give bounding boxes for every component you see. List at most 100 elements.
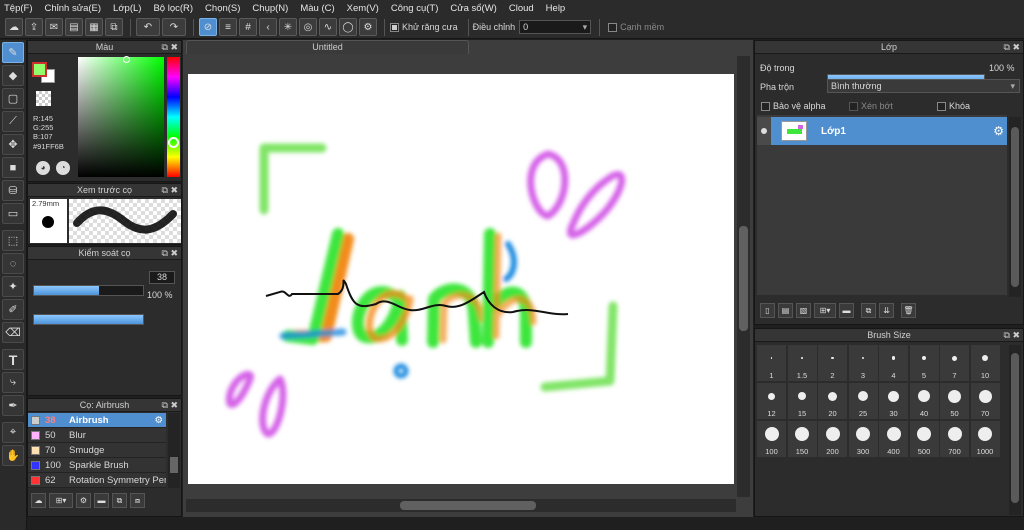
operation-tool-icon[interactable]: ⤷ bbox=[2, 372, 24, 393]
snap-settings-icon[interactable]: ⚙ bbox=[359, 18, 377, 36]
adjust-select[interactable]: 0 ▾ bbox=[519, 20, 592, 34]
menu-item-7[interactable]: Xem(V) bbox=[347, 3, 379, 14]
sv-picker-handle[interactable] bbox=[123, 56, 130, 63]
export-icon[interactable]: ⇪ bbox=[25, 18, 43, 36]
scrollbar-thumb[interactable] bbox=[170, 457, 178, 473]
close-icon[interactable]: ⧉ ✖ bbox=[1004, 41, 1020, 54]
brush-size-cell[interactable]: 7 bbox=[940, 345, 969, 381]
brush-size-cell[interactable]: 2 bbox=[818, 345, 847, 381]
brush-size-scrollbar[interactable] bbox=[1009, 345, 1021, 515]
snap-off-icon[interactable]: ⊘ bbox=[199, 18, 217, 36]
brush-tool-icon[interactable]: ✎ bbox=[2, 42, 24, 63]
hue-slider-handle[interactable] bbox=[168, 137, 179, 148]
brush-size-cell[interactable]: 10 bbox=[970, 345, 1000, 381]
brush-list-scrollbar[interactable] bbox=[168, 413, 180, 488]
menu-item-1[interactable]: Chỉnh sửa(E) bbox=[45, 3, 102, 14]
brush-settings-icon[interactable]: ⚙ bbox=[154, 415, 163, 426]
comment-icon[interactable]: ✉ bbox=[45, 18, 63, 36]
brush-row[interactable]: 38 Airbrush ⚙ bbox=[28, 413, 166, 428]
brush-size-cell[interactable]: 5 bbox=[909, 345, 939, 381]
delete-layer-icon[interactable]: 🗑 bbox=[901, 303, 916, 318]
palette-icon[interactable]: ◕ bbox=[36, 161, 50, 175]
protect-alpha-checkbox[interactable]: Bảo vệ alpha bbox=[761, 101, 826, 112]
layer-list-scrollbar[interactable] bbox=[1009, 117, 1021, 297]
canvas-tab[interactable]: Untitled bbox=[186, 40, 469, 54]
scrollbar-thumb[interactable] bbox=[1011, 353, 1019, 503]
copy-canvas-icon[interactable]: ⧉ bbox=[105, 18, 123, 36]
lock-checkbox[interactable]: Khóa bbox=[937, 101, 970, 112]
brush-row[interactable]: 62 Rotation Symmetry Pen bbox=[28, 473, 166, 488]
brush-size-cell[interactable]: 4 bbox=[879, 345, 908, 381]
layer-row[interactable]: Lớp1 ⚙ bbox=[757, 117, 1007, 145]
select-rect-tool-icon[interactable]: ▢ bbox=[2, 88, 24, 109]
new-layer-icon[interactable]: ▯ bbox=[760, 303, 775, 318]
brush-row[interactable]: 70 Smudge bbox=[28, 443, 166, 458]
brush-size-cell[interactable]: 3 bbox=[848, 345, 878, 381]
antialias-checkbox[interactable] bbox=[390, 22, 402, 33]
text-tool-icon[interactable]: T bbox=[2, 349, 24, 370]
hand-tool-icon[interactable]: ✋ bbox=[2, 445, 24, 466]
shape-fill-tool-icon[interactable]: ■ bbox=[2, 157, 24, 178]
brush-size-cell[interactable]: 400 bbox=[879, 421, 908, 457]
brush-size-cell[interactable]: 1000 bbox=[970, 421, 1000, 457]
brush-size-cell[interactable]: 300 bbox=[848, 421, 878, 457]
saturation-value-picker[interactable] bbox=[78, 57, 164, 177]
divide-tool-icon[interactable]: ✒ bbox=[2, 395, 24, 416]
select-pen-tool-icon[interactable]: ✐ bbox=[2, 299, 24, 320]
brush-size-cell[interactable]: 500 bbox=[909, 421, 939, 457]
menu-item-5[interactable]: Chụp(N) bbox=[252, 3, 288, 14]
merge-layer-icon[interactable]: ⇊ bbox=[879, 303, 894, 318]
layer-folder-icon[interactable]: ▬ bbox=[839, 303, 854, 318]
add-layer-dropdown-icon[interactable]: ⊞▾ bbox=[814, 303, 836, 318]
brush-size-cell[interactable]: 20 bbox=[818, 383, 847, 419]
menu-item-4[interactable]: Chọn(S) bbox=[205, 3, 240, 14]
ellipse-snap-icon[interactable]: ◯ bbox=[339, 18, 357, 36]
duplicate-brush-icon[interactable]: ⧈ bbox=[130, 493, 145, 508]
grid-view-icon[interactable]: ▦ bbox=[85, 18, 103, 36]
brush-size-cell[interactable]: 12 bbox=[757, 383, 786, 419]
magic-wand-tool-icon[interactable]: ✦ bbox=[2, 276, 24, 297]
bucket-tool-icon[interactable]: ⛁ bbox=[2, 180, 24, 201]
close-icon[interactable]: ⧉ ✖ bbox=[162, 41, 178, 54]
message-icon[interactable]: ▤ bbox=[65, 18, 83, 36]
line-tool-icon[interactable]: ⟋ bbox=[2, 111, 24, 132]
brush-settings-icon[interactable]: ⚙ bbox=[76, 493, 91, 508]
menu-item-9[interactable]: Cửa sổ(W) bbox=[450, 3, 496, 14]
move-tool-icon[interactable]: ✥ bbox=[2, 134, 24, 155]
new-1bit-layer-icon[interactable]: ▧ bbox=[796, 303, 811, 318]
scrollbar-thumb[interactable] bbox=[739, 226, 748, 331]
concentric-snap-icon[interactable]: ◎ bbox=[299, 18, 317, 36]
brush-size-cell[interactable]: 1.5 bbox=[787, 345, 817, 381]
layer-settings-icon[interactable]: ⚙ bbox=[993, 124, 1004, 138]
brush-size-cell[interactable]: 700 bbox=[940, 421, 969, 457]
undo-button[interactable]: ↶ bbox=[136, 18, 160, 36]
new-halftone-layer-icon[interactable]: ▤ bbox=[778, 303, 793, 318]
brush-size-value[interactable]: 38 bbox=[149, 271, 175, 284]
close-icon[interactable]: ⧉ ✖ bbox=[162, 184, 178, 197]
brush-size-slider[interactable] bbox=[33, 285, 144, 296]
close-icon[interactable]: ⧉ ✖ bbox=[162, 247, 178, 260]
blend-mode-select[interactable]: Bình thường ▾ bbox=[827, 79, 1020, 93]
menu-item-8[interactable]: Công cụ(T) bbox=[391, 3, 439, 14]
brush-opacity-slider[interactable] bbox=[33, 314, 144, 325]
add-brush-icon[interactable]: ⊞▾ bbox=[49, 493, 73, 508]
close-icon[interactable]: ⧉ ✖ bbox=[1004, 329, 1020, 342]
curve-snap-icon[interactable]: ∿ bbox=[319, 18, 337, 36]
brush-size-cell[interactable]: 50 bbox=[940, 383, 969, 419]
scrollbar-thumb[interactable] bbox=[1011, 127, 1019, 287]
close-icon[interactable]: ⧉ ✖ bbox=[162, 399, 178, 412]
menu-item-11[interactable]: Help bbox=[546, 3, 566, 14]
vanishing-point-icon[interactable]: ‹ bbox=[259, 18, 277, 36]
brush-size-cell[interactable]: 30 bbox=[879, 383, 908, 419]
eraser-tool-icon[interactable]: ◆ bbox=[2, 65, 24, 86]
cloud-icon[interactable]: ☁ bbox=[5, 18, 23, 36]
brush-row[interactable]: 50 Blur bbox=[28, 428, 166, 443]
menu-item-3[interactable]: Bộ lọc(R) bbox=[153, 3, 193, 14]
brush-size-cell[interactable]: 1 bbox=[757, 345, 786, 381]
canvas-vertical-scrollbar[interactable] bbox=[737, 56, 750, 497]
brush-size-cell[interactable]: 40 bbox=[909, 383, 939, 419]
brush-size-cell[interactable]: 200 bbox=[818, 421, 847, 457]
brush-size-cell[interactable]: 100 bbox=[757, 421, 786, 457]
hue-slider[interactable] bbox=[167, 57, 180, 177]
visibility-icon[interactable] bbox=[757, 117, 771, 145]
